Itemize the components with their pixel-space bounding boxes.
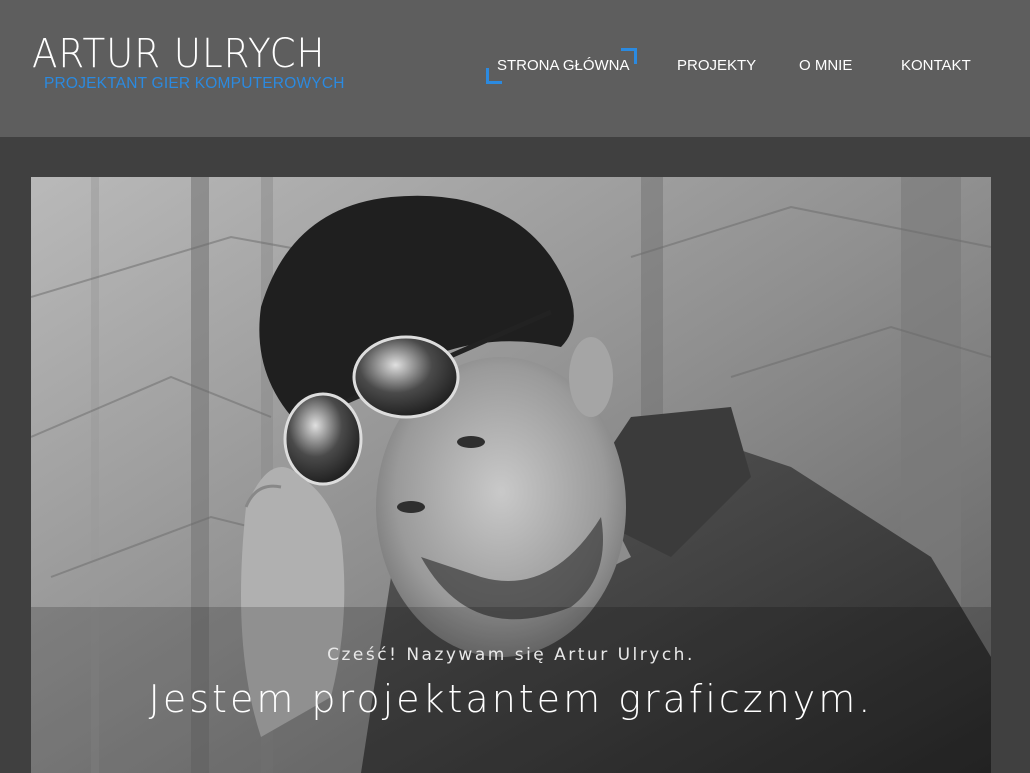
hero-banner: Cześć! Nazywam się Artur Ulrych. Jestem … bbox=[31, 177, 991, 773]
site-logo[interactable]: ARTUR ULRYCH PROJEKTANT GIER KOMPUTEROWY… bbox=[32, 30, 348, 93]
hero-headline: Jestem projektantem graficznym. bbox=[148, 677, 874, 721]
nav-item-projects[interactable]: PROJEKTY bbox=[677, 57, 756, 75]
hero-greeting: Cześć! Nazywam się Artur Ulrych. bbox=[327, 645, 695, 665]
site-header: ARTUR ULRYCH PROJEKTANT GIER KOMPUTEROWY… bbox=[0, 0, 1030, 137]
nav-item-contact[interactable]: KONTAKT bbox=[901, 57, 971, 75]
nav-item-home[interactable]: STRONA GŁÓWNA bbox=[497, 57, 630, 75]
site-name[interactable]: ARTUR ULRYCH bbox=[32, 30, 325, 78]
nav-item-about[interactable]: O MNIE bbox=[799, 57, 852, 75]
